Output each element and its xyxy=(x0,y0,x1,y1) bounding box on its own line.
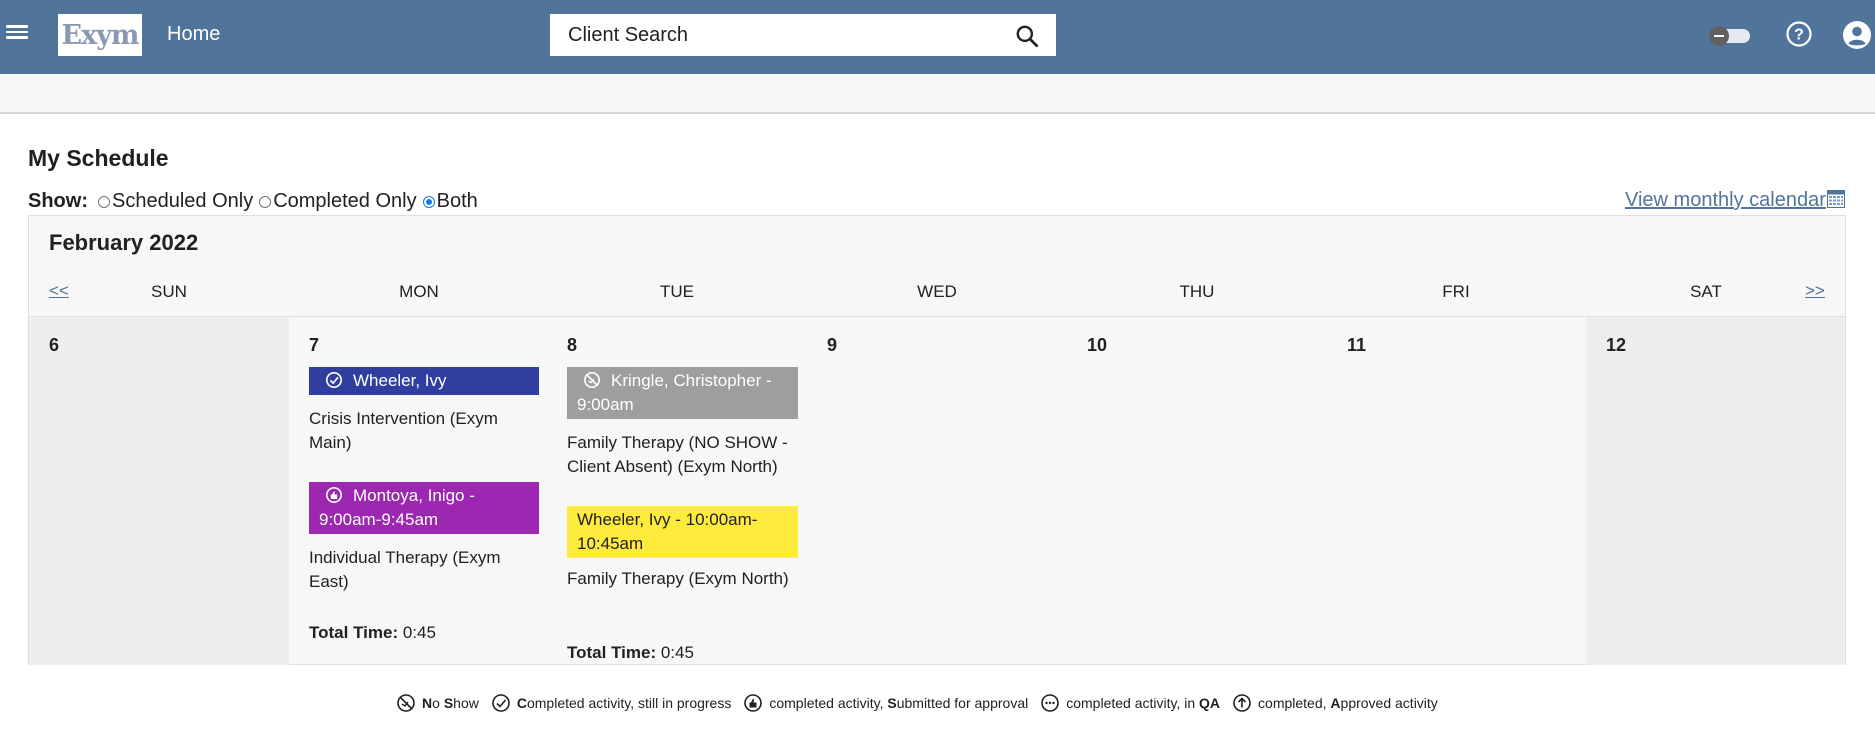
day-number: 8 xyxy=(567,335,578,355)
event-title: Wheeler, Ivy - 10:00am-10:45am xyxy=(577,510,758,553)
month-title: February 2022 xyxy=(49,230,199,255)
submitted-for-approval-icon xyxy=(744,694,763,712)
legend-completed: Completed activity, still in progress xyxy=(491,693,732,713)
help-icon[interactable]: ? xyxy=(1785,20,1813,48)
total-time-value: 0:45 xyxy=(660,643,694,662)
event-title: Wheeler, Ivy xyxy=(353,371,447,390)
weekday-sun: SUN xyxy=(151,282,187,301)
search-icon[interactable] xyxy=(1014,23,1040,49)
calendar-icon[interactable] xyxy=(1827,190,1845,208)
status-legend: No Show Completed activity, still in pro… xyxy=(396,693,1450,713)
day-cell-wed[interactable]: 9 xyxy=(809,317,1069,665)
next-week-link[interactable]: >> xyxy=(1805,281,1825,301)
total-time: Total Time: 0:45 xyxy=(309,623,436,643)
legend-text: Completed activity, still in progress xyxy=(517,695,732,711)
exym-logo[interactable]: Exym xyxy=(58,14,142,56)
hamburger-menu-icon[interactable] xyxy=(4,22,30,46)
day-cell-mon[interactable]: 7 Wheeler, Ivy Crisis Intervention (Exym… xyxy=(289,317,549,665)
legend-key: N xyxy=(422,695,433,711)
weekday-wed: WED xyxy=(917,282,957,301)
weekday-mon: MON xyxy=(399,282,439,301)
home-link[interactable]: Home xyxy=(167,23,220,46)
event-description: Individual Therapy (Exym East) xyxy=(309,548,501,591)
total-time-label: Total Time: xyxy=(567,643,657,662)
legend-key: S xyxy=(443,695,454,711)
day-cell-tue[interactable]: 8 Kringle, Christopher - 9:00am Family T… xyxy=(549,317,809,665)
legend-text-part: o xyxy=(432,695,444,711)
legend-text-part: ompleted activity, still in progress xyxy=(526,695,732,711)
legend-text-part: completed activity, xyxy=(769,695,888,711)
legend-text-part: pproved activity xyxy=(1340,695,1438,711)
client-search-input[interactable] xyxy=(568,14,988,56)
day-number: 10 xyxy=(1087,335,1108,355)
legend-no-show: No Show xyxy=(396,693,479,713)
show-label: Show: xyxy=(28,190,88,212)
weekday-tue: TUE xyxy=(660,282,694,301)
logo-text: Exym xyxy=(61,19,140,51)
day-cell-sun[interactable]: 6 xyxy=(29,317,289,665)
legend-submitted: completed activity, Submitted for approv… xyxy=(743,693,1028,713)
legend-text-part: completed, xyxy=(1258,695,1331,711)
legend-text-part: ubmitted for approval xyxy=(896,695,1029,711)
qa-icon xyxy=(1041,694,1060,712)
day-number: 12 xyxy=(1606,335,1627,355)
legend-text: completed activity, in QA xyxy=(1066,695,1220,711)
legend-text-part: how xyxy=(453,695,479,711)
both-label[interactable]: Both xyxy=(437,190,478,213)
weekday-fri: FRI xyxy=(1442,282,1470,301)
both-radio[interactable] xyxy=(422,195,435,208)
no-show-icon xyxy=(583,371,601,389)
page-title: My Schedule xyxy=(28,145,169,171)
toggle-switch[interactable] xyxy=(1708,25,1754,47)
secondary-toolbar xyxy=(0,74,1875,114)
approved-icon xyxy=(1233,694,1251,712)
previous-week-link[interactable]: << xyxy=(49,281,69,301)
no-show-icon xyxy=(397,694,415,712)
account-icon[interactable] xyxy=(1842,20,1872,50)
legend-key: QA xyxy=(1199,695,1221,711)
legend-key: S xyxy=(887,695,897,711)
legend-text: completed activity, Submitted for approv… xyxy=(769,695,1028,711)
event-montoya-inigo[interactable]: Montoya, Inigo - 9:00am-9:45am xyxy=(309,482,539,534)
completed-only-label[interactable]: Completed Only xyxy=(273,190,416,213)
day-number: 11 xyxy=(1347,335,1367,355)
legend-qa: completed activity, in QA xyxy=(1040,693,1220,713)
completed-check-icon xyxy=(492,694,510,712)
view-monthly-calendar-link[interactable]: View monthly calendar xyxy=(1625,189,1826,212)
scheduled-only-radio[interactable] xyxy=(98,195,110,208)
legend-text: No Show xyxy=(422,695,479,711)
scheduled-only-label[interactable]: Scheduled Only xyxy=(112,190,253,213)
submitted-for-approval-icon xyxy=(325,486,343,504)
event-title: Kringle, Christopher - 9:00am xyxy=(577,371,772,414)
day-cell-thu[interactable]: 10 xyxy=(1069,317,1329,665)
day-number: 6 xyxy=(49,335,60,355)
weekday-thu: THU xyxy=(1179,282,1215,301)
day-cell-fri[interactable]: 11 xyxy=(1329,317,1589,665)
legend-key: A xyxy=(1330,695,1341,711)
event-wheeler-ivy-tue[interactable]: Wheeler, Ivy - 10:00am-10:45am xyxy=(567,506,798,558)
top-navigation-bar: Exym Home ? xyxy=(0,0,1875,74)
total-time-value: 0:45 xyxy=(402,623,436,642)
event-kringle-christopher[interactable]: Kringle, Christopher - 9:00am xyxy=(567,367,798,419)
day-cell-sat[interactable]: 12 xyxy=(1586,317,1845,665)
completed-check-icon xyxy=(325,371,343,389)
event-description: Family Therapy (NO SHOW - Client Absent)… xyxy=(567,433,788,476)
week-calendar: February 2022 << >> SUN MON TUE WED THU … xyxy=(28,215,1846,665)
day-number: 9 xyxy=(827,335,838,355)
event-wheeler-ivy-mon[interactable]: Wheeler, Ivy xyxy=(309,367,539,395)
total-time: Total Time: 0:45 xyxy=(567,643,694,663)
total-time-label: Total Time: xyxy=(309,623,399,642)
svg-text:?: ? xyxy=(1794,27,1804,44)
legend-key: C xyxy=(516,695,527,711)
event-description: Family Therapy (Exym North) xyxy=(567,569,789,588)
day-number: 7 xyxy=(309,335,320,355)
event-description: Crisis Intervention (Exym Main) xyxy=(309,409,498,452)
client-search-box xyxy=(550,14,1056,56)
weekday-sat: SAT xyxy=(1690,282,1722,301)
show-filter: Show: Scheduled Only Completed Only Both xyxy=(28,190,484,213)
legend-text: completed, Approved activity xyxy=(1258,695,1438,711)
completed-only-radio[interactable] xyxy=(259,195,272,208)
legend-text-part: completed activity, in xyxy=(1066,695,1200,711)
legend-approved: completed, Approved activity xyxy=(1232,693,1438,713)
